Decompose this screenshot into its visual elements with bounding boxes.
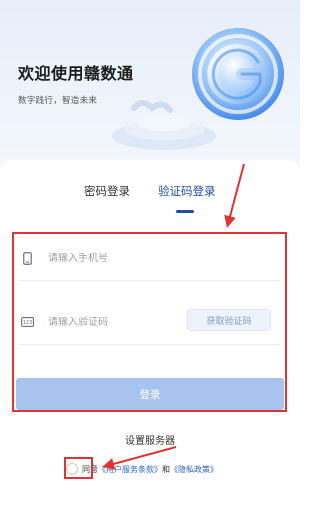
page-subtitle: 数字践行，智造未来 [18, 96, 98, 106]
server-settings-link[interactable]: 设置服务器 [0, 432, 300, 447]
checkbox-highlight-box [64, 457, 93, 479]
hero-banner: 欢迎使用赣数通 数字践行，智造未来 [0, 0, 300, 175]
tab-password-login[interactable]: 密码登录 [84, 183, 130, 199]
tab-code-login[interactable]: 验证码登录 [158, 183, 216, 199]
privacy-policy-link[interactable]: 《隐私政策》 [170, 464, 218, 475]
user-agreement-link[interactable]: 《用户服务条款》 [98, 464, 162, 475]
app-logo-icon [192, 28, 284, 120]
active-tab-indicator [176, 210, 194, 213]
agree-and: 和 [162, 464, 170, 474]
login-tabs: 密码登录 验证码登录 [0, 183, 300, 213]
page-title: 欢迎使用赣数通 [18, 64, 134, 83]
form-highlight-box [12, 232, 287, 412]
